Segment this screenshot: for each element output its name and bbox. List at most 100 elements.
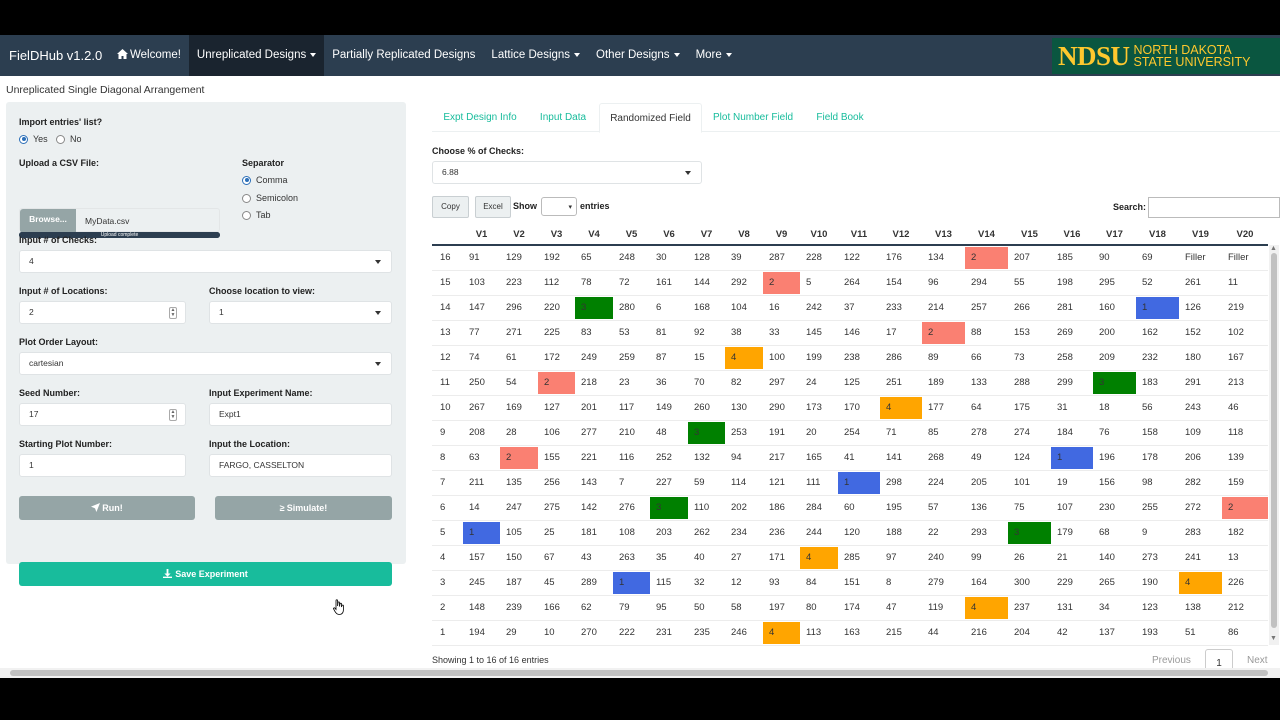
separator-comma-radio[interactable]: Comma: [242, 175, 288, 185]
column-header-V20[interactable]: V20: [1222, 224, 1268, 248]
column-header-V13[interactable]: V13: [922, 224, 965, 248]
table-cell: 82: [731, 377, 742, 388]
column-header-V5[interactable]: V5: [613, 224, 650, 248]
table-cell: 77: [469, 327, 480, 338]
table-row: 4 157 150 67 43 263 35 40 27 171 4 285 97 240 99 26 21 14…: [432, 546, 1268, 571]
copy-button[interactable]: Copy: [432, 196, 469, 218]
tab-input-data[interactable]: Input Data: [528, 103, 598, 133]
table-cell: 123: [1142, 602, 1158, 613]
column-header-V15[interactable]: V15: [1008, 224, 1051, 248]
nav-partially-replicated[interactable]: Partially Replicated Designs: [324, 35, 483, 76]
scroll-down-icon[interactable]: ▼: [1270, 635, 1277, 642]
table-cell: 39: [731, 252, 742, 263]
nav-unreplicated-designs[interactable]: Unreplicated Designs: [188, 35, 325, 76]
search-input[interactable]: [1148, 197, 1280, 218]
nav-welcome[interactable]: Welcome!: [109, 35, 189, 76]
table-cell: 34: [1099, 602, 1110, 613]
check-cell: 1: [463, 522, 500, 544]
view-location-select[interactable]: 1: [209, 301, 392, 324]
horizontal-scrollbar[interactable]: [0, 668, 1280, 678]
spinner-icon[interactable]: ▲ ▼: [169, 307, 177, 319]
table-cell: 233: [886, 302, 902, 313]
tab-randomized-field[interactable]: Randomized Field: [599, 103, 702, 133]
scroll-up-icon[interactable]: ▲: [1270, 245, 1277, 252]
column-header-V4[interactable]: V4: [575, 224, 613, 248]
browse-button[interactable]: Browse...: [20, 209, 76, 233]
table-cell: 226: [1228, 577, 1244, 588]
table-cell: 113: [806, 627, 822, 638]
nav-other-designs[interactable]: Other Designs: [588, 35, 688, 76]
table-cell: 231: [656, 627, 672, 638]
column-header-V2[interactable]: V2: [500, 224, 538, 248]
column-header-V9[interactable]: V9: [763, 224, 800, 248]
table-scrollbar[interactable]: ▲ ▼: [1269, 245, 1279, 645]
run-button[interactable]: Run!: [19, 496, 195, 520]
horizontal-scroll-thumb[interactable]: [10, 670, 1268, 676]
next-page-button[interactable]: Next: [1247, 655, 1268, 666]
column-header-V8[interactable]: V8: [725, 224, 763, 248]
start-plot-input[interactable]: 1: [19, 454, 186, 477]
table-cell: 263: [619, 552, 635, 563]
scroll-thumb[interactable]: [1271, 253, 1277, 628]
entries-length-select[interactable]: ▾: [541, 197, 577, 216]
table-cell: 112: [544, 277, 560, 288]
table-cell: 149: [656, 402, 672, 413]
nav-more[interactable]: More: [688, 35, 740, 76]
file-input[interactable]: Browse... MyData.csv: [19, 208, 220, 233]
import-yes-radio[interactable]: Yes: [19, 134, 48, 144]
column-header-V16[interactable]: V16: [1051, 224, 1093, 248]
column-header-V6[interactable]: V6: [650, 224, 688, 248]
column-header-row[interactable]: [432, 224, 463, 248]
checks-pct-select[interactable]: 6.88: [432, 161, 702, 184]
column-header-V11[interactable]: V11: [838, 224, 880, 248]
layout-select[interactable]: cartesian: [19, 352, 392, 375]
separator-semicolon-radio[interactable]: Semicolon: [242, 193, 298, 203]
excel-button[interactable]: Excel: [475, 196, 511, 218]
exp-name-input[interactable]: Expt1: [209, 403, 392, 426]
column-header-V18[interactable]: V18: [1136, 224, 1179, 248]
table-cell: 131: [1057, 602, 1073, 613]
table-cell: 185: [1057, 252, 1073, 263]
upload-csv-label: Upload a CSV File:: [19, 158, 100, 168]
check-cell: 1: [613, 572, 650, 594]
tab-plot-number-field[interactable]: Plot Number Field: [703, 103, 803, 133]
table-cell: 32: [694, 577, 705, 588]
app-brand[interactable]: FielDHub v1.2.0: [9, 48, 102, 63]
tab-expt-design-info[interactable]: Expt Design Info: [432, 103, 528, 133]
spinner-icon[interactable]: ▲ ▼: [169, 409, 177, 421]
previous-page-button[interactable]: Previous: [1152, 655, 1191, 666]
column-header-V19[interactable]: V19: [1179, 224, 1222, 248]
nav-lattice-designs[interactable]: Lattice Designs: [483, 35, 588, 76]
table-cell: 114: [731, 477, 747, 488]
row-index-cell: 9: [440, 427, 446, 438]
import-no-radio[interactable]: No: [56, 134, 82, 144]
row-index-cell: 2: [440, 602, 446, 613]
column-header-V3[interactable]: V3: [538, 224, 575, 248]
table-cell: 223: [506, 277, 522, 288]
save-experiment-button[interactable]: Save Experiment: [19, 562, 392, 586]
column-header-V7[interactable]: V7: [688, 224, 725, 248]
check-cell: 3: [1093, 372, 1136, 394]
table-cell: 244: [806, 527, 822, 538]
chevron-down-icon: [685, 171, 691, 175]
locations-input[interactable]: 2 ▲ ▼: [19, 301, 186, 324]
tab-field-book[interactable]: Field Book: [805, 103, 875, 133]
table-cell: 67: [544, 552, 555, 563]
row-index-cell: 3: [440, 577, 446, 588]
column-header-V12[interactable]: V12: [880, 224, 922, 248]
column-header-V17[interactable]: V17: [1093, 224, 1136, 248]
separator-tab-radio[interactable]: Tab: [242, 210, 271, 220]
chevron-down-icon: [310, 52, 317, 57]
column-header-V10[interactable]: V10: [800, 224, 838, 248]
simulate-button[interactable]: ≥ Simulate!: [215, 496, 392, 520]
table-cell: 246: [731, 627, 747, 638]
seed-input[interactable]: 17 ▲ ▼: [19, 403, 186, 426]
table-cell: 287: [769, 252, 785, 263]
checks-select[interactable]: 4: [19, 250, 392, 273]
check-cell: 2: [1222, 497, 1268, 519]
column-header-V14[interactable]: V14: [965, 224, 1008, 248]
locations-value: 2: [29, 307, 34, 317]
location-input[interactable]: FARGO, CASSELTON: [209, 454, 392, 477]
column-header-V1[interactable]: V1: [463, 224, 500, 248]
table-cell: 225: [544, 327, 560, 338]
